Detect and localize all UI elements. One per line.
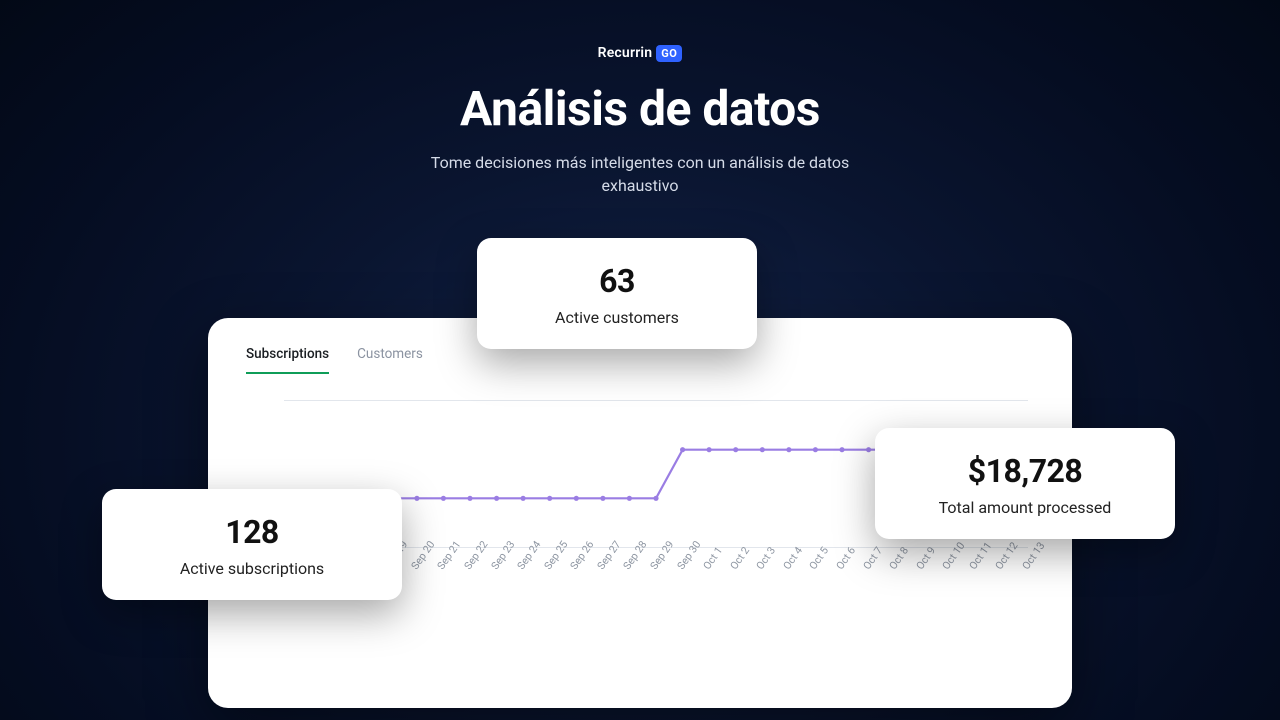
stat-label: Active subscriptions bbox=[136, 559, 368, 578]
x-tick: Oct 4 bbox=[780, 544, 805, 572]
x-tick: Oct 6 bbox=[833, 544, 858, 572]
stat-label: Active customers bbox=[511, 308, 723, 327]
brand-badge: GO bbox=[656, 45, 682, 62]
x-tick: Oct 2 bbox=[727, 544, 752, 572]
brand-logo: Recurrin GO bbox=[598, 45, 683, 62]
page-subtitle: Tome decisiones más inteligentes con un … bbox=[410, 151, 870, 197]
tab-customers[interactable]: Customers bbox=[357, 346, 423, 374]
brand-name: Recurrin bbox=[598, 45, 653, 61]
stat-label: Total amount processed bbox=[909, 498, 1141, 517]
stat-value: 128 bbox=[136, 513, 368, 551]
tab-subscriptions[interactable]: Subscriptions bbox=[246, 346, 329, 374]
stat-card-active-customers: 63 Active customers bbox=[477, 238, 757, 349]
x-tick: Oct 3 bbox=[754, 544, 779, 572]
hero: Recurrin GO Análisis de datos Tome decis… bbox=[0, 42, 1280, 197]
tabs: Subscriptions Customers bbox=[246, 346, 1034, 374]
stat-value: $18,728 bbox=[909, 452, 1141, 490]
page-title: Análisis de datos bbox=[0, 80, 1280, 137]
x-tick: Oct 5 bbox=[807, 544, 832, 572]
stat-value: 63 bbox=[511, 262, 723, 300]
x-tick: Oct 1 bbox=[700, 544, 725, 572]
x-tick: Oct 9 bbox=[913, 544, 938, 572]
x-tick: Oct 8 bbox=[886, 544, 911, 572]
x-tick: Oct 7 bbox=[860, 544, 885, 572]
stat-card-active-subscriptions: 128 Active subscriptions bbox=[102, 489, 402, 600]
stat-card-total-amount: $18,728 Total amount processed bbox=[875, 428, 1175, 539]
